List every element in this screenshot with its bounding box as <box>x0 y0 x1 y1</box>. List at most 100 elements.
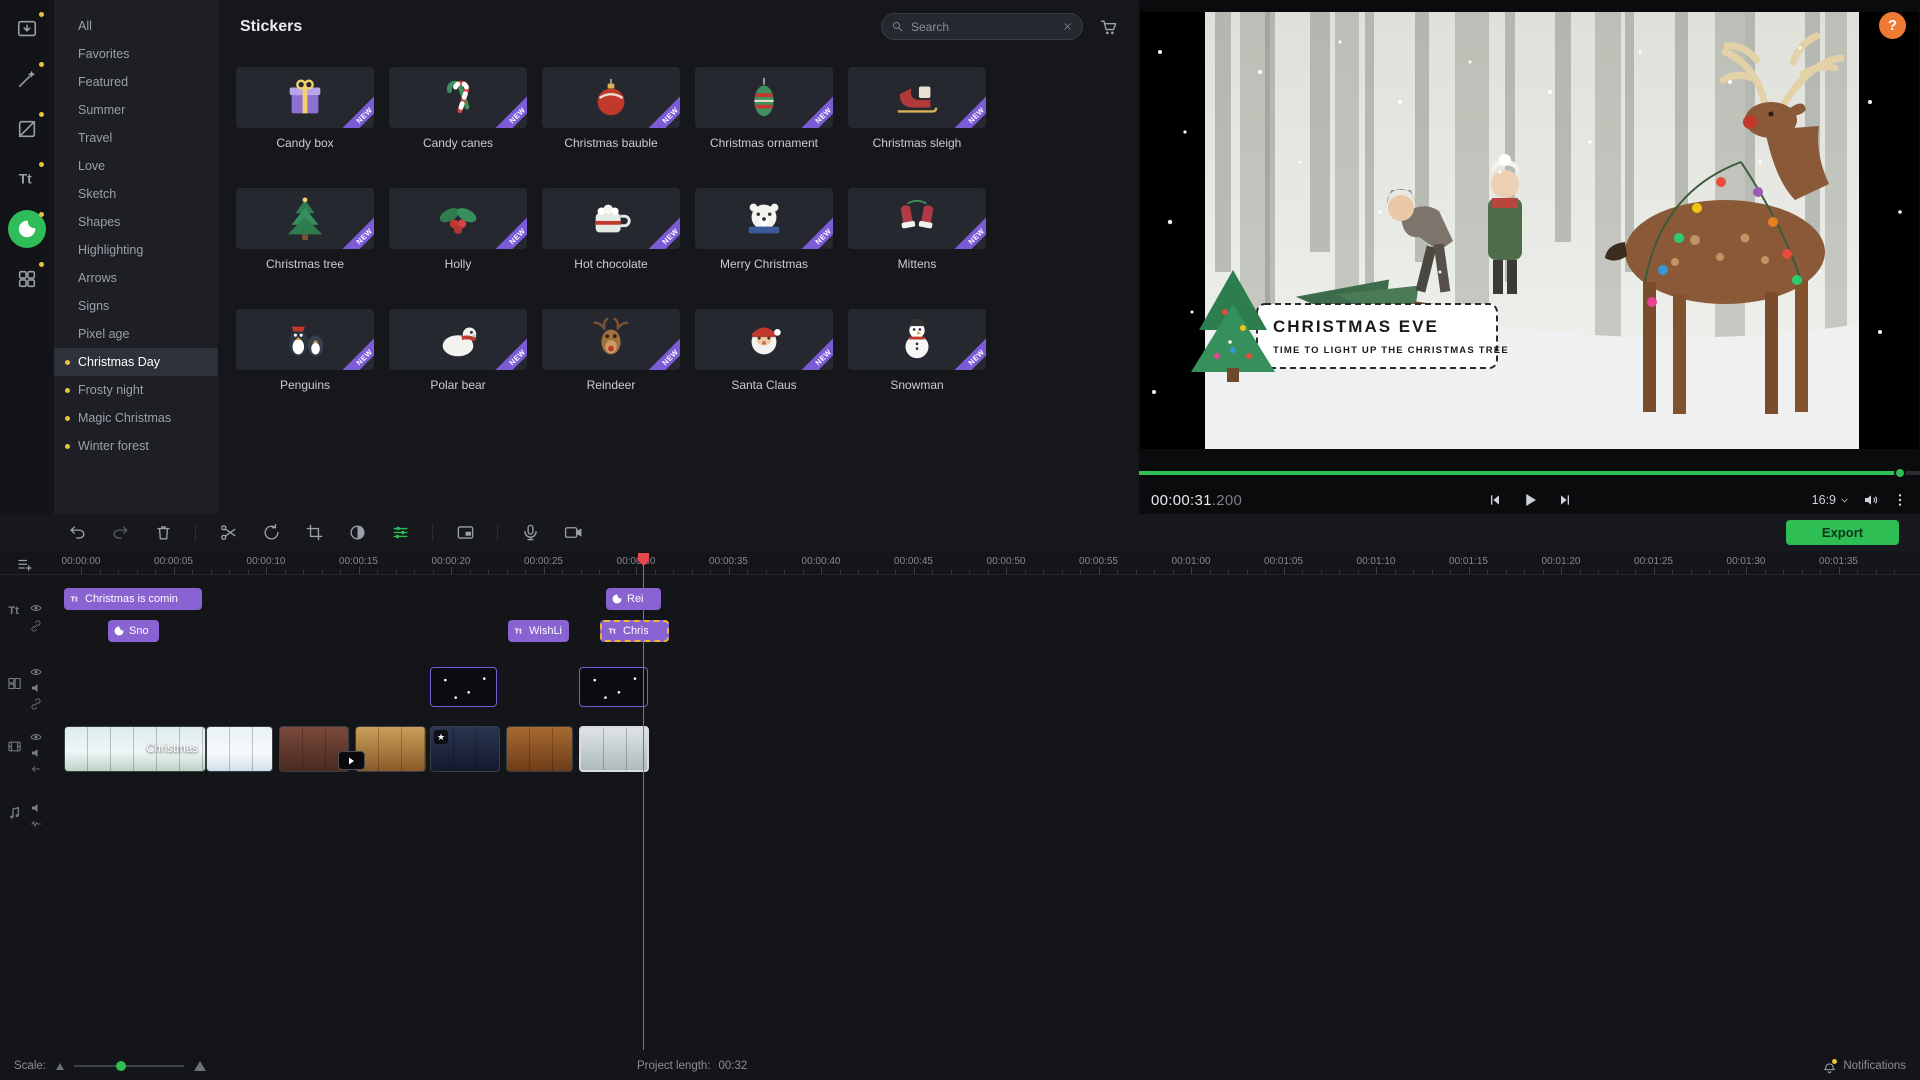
tool-filters[interactable] <box>8 60 46 98</box>
tool-titles[interactable]: Tt <box>8 160 46 198</box>
title-clip-wishli[interactable]: TtWishLi <box>508 620 569 642</box>
category-favorites[interactable]: Favorites <box>54 40 218 68</box>
sticker-candy-canes[interactable]: NEWCandy canes <box>389 67 527 150</box>
sticker-reindeer[interactable]: NEWReindeer <box>542 309 680 392</box>
export-button[interactable]: Export <box>1786 520 1899 545</box>
title-clip-rei[interactable]: Rei <box>606 588 661 610</box>
overlay-clip-1[interactable] <box>430 667 497 707</box>
category-highlighting[interactable]: Highlighting <box>54 236 218 264</box>
zoom-out-icon[interactable] <box>56 1063 64 1070</box>
category-magic-christmas[interactable]: Magic Christmas <box>54 404 218 432</box>
video-track-detach-icon[interactable] <box>30 762 42 774</box>
seek-bar[interactable] <box>1139 471 1920 475</box>
sticker-thumbnail[interactable]: NEW <box>542 188 680 249</box>
sticker-thumbnail[interactable]: NEW <box>236 188 374 249</box>
sticker-candy-box[interactable]: NEWCandy box <box>236 67 374 150</box>
category-sketch[interactable]: Sketch <box>54 180 218 208</box>
video-clip-4[interactable] <box>355 726 426 772</box>
overlay-track-icon[interactable] <box>7 676 22 691</box>
next-frame-button[interactable] <box>1557 492 1573 508</box>
zoom-slider-handle[interactable] <box>116 1061 126 1071</box>
audio-track-icon[interactable] <box>7 805 23 821</box>
aspect-ratio-select[interactable]: 16:9 <box>1812 493 1850 507</box>
sticker-merry-christmas[interactable]: NEWMerry Christmas <box>695 188 833 271</box>
category-arrows[interactable]: Arrows <box>54 264 218 292</box>
sticker-thumbnail[interactable]: NEW <box>695 188 833 249</box>
category-travel[interactable]: Travel <box>54 124 218 152</box>
notifications-button[interactable]: Notifications <box>1822 1059 1906 1074</box>
title-clip-christmas-is-comin[interactable]: TtChristmas is comin <box>64 588 202 610</box>
timeline-ruler[interactable]: 00:00:0000:00:0500:00:1000:00:1500:00:20… <box>0 551 1920 575</box>
sticker-thumbnail[interactable]: NEW <box>848 188 986 249</box>
sticker-thumbnail[interactable]: NEW <box>542 67 680 128</box>
category-love[interactable]: Love <box>54 152 218 180</box>
video-clip-1[interactable]: Christmas <box>64 726 206 772</box>
tool-import[interactable] <box>8 10 46 48</box>
help-button[interactable]: ? <box>1879 12 1906 39</box>
tool-more-tools[interactable] <box>8 260 46 298</box>
sticker-christmas-ornament[interactable]: NEWChristmas ornament <box>695 67 833 150</box>
sticker-penguins[interactable]: NEWPenguins <box>236 309 374 392</box>
sticker-christmas-tree[interactable]: NEWChristmas tree <box>236 188 374 271</box>
video-clip-7[interactable] <box>579 726 649 772</box>
overlay-track-mute-icon[interactable] <box>30 681 42 693</box>
zoom-in-icon[interactable] <box>194 1061 206 1071</box>
sticker-thumbnail[interactable]: NEW <box>236 309 374 370</box>
sticker-thumbnail[interactable]: NEW <box>236 67 374 128</box>
sticker-christmas-sleigh[interactable]: NEWChristmas sleigh <box>848 67 986 150</box>
record-video-button[interactable] <box>562 522 584 544</box>
title-track-link-icon[interactable] <box>30 619 42 631</box>
category-featured[interactable]: Featured <box>54 68 218 96</box>
category-signs[interactable]: Signs <box>54 292 218 320</box>
sticker-snowman[interactable]: NEWSnowman <box>848 309 986 392</box>
transition-icon[interactable] <box>338 751 365 770</box>
tool-stickers[interactable] <box>8 210 46 248</box>
category-all[interactable]: All <box>54 12 218 40</box>
cut-button[interactable] <box>217 522 239 544</box>
sticker-thumbnail[interactable]: NEW <box>389 309 527 370</box>
sticker-thumbnail[interactable]: NEW <box>848 67 986 128</box>
overlay-button[interactable] <box>454 522 476 544</box>
clip-properties-button[interactable] <box>389 522 411 544</box>
audio-track-mute-icon[interactable] <box>30 801 42 813</box>
video-clip-2[interactable] <box>206 726 273 772</box>
sticker-thumbnail[interactable]: NEW <box>389 188 527 249</box>
sticker-thumbnail[interactable]: NEW <box>389 67 527 128</box>
color-adjustments-button[interactable] <box>346 522 368 544</box>
redo-button[interactable] <box>109 522 131 544</box>
category-frosty-night[interactable]: Frosty night <box>54 376 218 404</box>
sticker-mittens[interactable]: NEWMittens <box>848 188 986 271</box>
category-pixel-age[interactable]: Pixel age <box>54 320 218 348</box>
seek-bar-handle[interactable] <box>1894 467 1906 479</box>
sticker-thumbnail[interactable]: NEW <box>542 309 680 370</box>
category-shapes[interactable]: Shapes <box>54 208 218 236</box>
sticker-polar-bear[interactable]: NEWPolar bear <box>389 309 527 392</box>
sticker-thumbnail[interactable]: NEW <box>695 67 833 128</box>
category-summer[interactable]: Summer <box>54 96 218 124</box>
tool-transitions[interactable] <box>8 110 46 148</box>
sticker-holly[interactable]: NEWHolly <box>389 188 527 271</box>
rotate-button[interactable] <box>260 522 282 544</box>
add-track-icon[interactable] <box>16 556 34 574</box>
category-winter-forest[interactable]: Winter forest <box>54 432 218 460</box>
overlay-clip-2[interactable] <box>579 667 648 707</box>
video-track-visibility-icon[interactable] <box>30 730 42 742</box>
clear-search-icon[interactable] <box>1062 21 1073 32</box>
crop-button[interactable] <box>303 522 325 544</box>
record-audio-button[interactable] <box>519 522 541 544</box>
search-box[interactable] <box>881 13 1083 40</box>
sticker-santa-claus[interactable]: NEWSanta Claus <box>695 309 833 392</box>
volume-button[interactable] <box>1863 492 1879 508</box>
title-track-visibility-icon[interactable] <box>30 601 42 613</box>
category-christmas-day[interactable]: Christmas Day <box>54 348 218 376</box>
more-options-button[interactable] <box>1892 492 1908 508</box>
sticker-hot-chocolate[interactable]: NEWHot chocolate <box>542 188 680 271</box>
video-track-icon[interactable] <box>7 739 22 754</box>
timeline-zoom-slider[interactable] <box>74 1060 184 1072</box>
title-clip-chris[interactable]: TtChris <box>600 620 669 642</box>
overlay-track-visibility-icon[interactable] <box>30 665 42 677</box>
title-clip-sno[interactable]: Sno <box>108 620 159 642</box>
sticker-thumbnail[interactable]: NEW <box>848 309 986 370</box>
delete-button[interactable] <box>152 522 174 544</box>
sticker-thumbnail[interactable]: NEW <box>695 309 833 370</box>
